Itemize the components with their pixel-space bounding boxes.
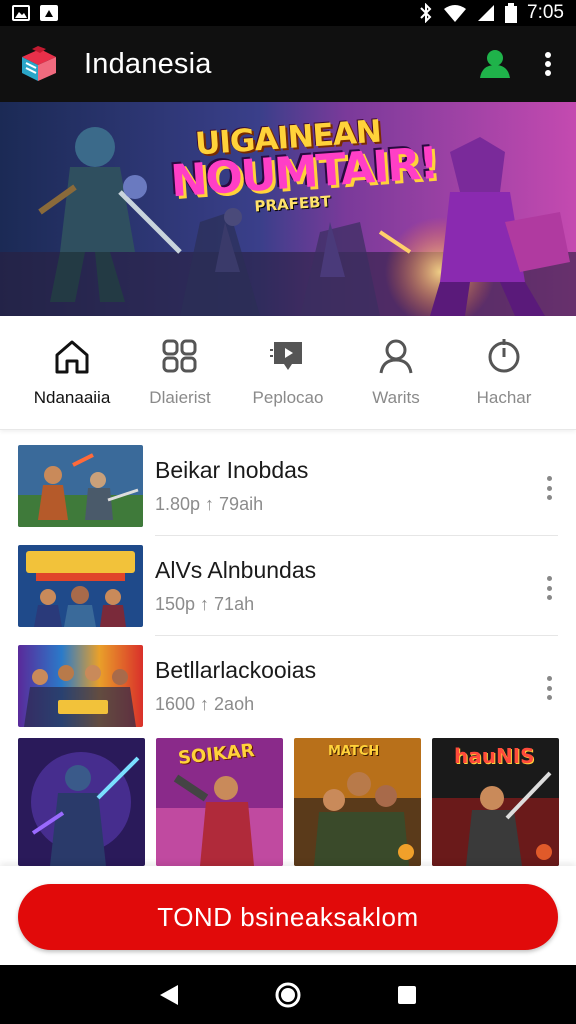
tab-videos[interactable]: Peplocao: [238, 336, 338, 429]
grid-tile[interactable]: [18, 738, 145, 866]
list-item[interactable]: Betllarlackooias 1600 ↑ 2aoh: [0, 636, 576, 736]
more-vert-icon[interactable]: [544, 576, 554, 600]
recents-icon[interactable]: [391, 979, 423, 1011]
grid-tile[interactable]: hauNIS: [432, 738, 559, 866]
video-icon: [270, 342, 302, 370]
tab-home-label: Ndanaaiia: [33, 388, 111, 407]
grid-icon: [162, 339, 197, 373]
tab-home[interactable]: Ndanaaiia: [22, 336, 122, 429]
list-item-subtitle: 1600 ↑ 2aoh: [155, 694, 255, 714]
more-vert-icon[interactable]: [544, 676, 554, 700]
tab-profile[interactable]: Warits: [346, 336, 446, 429]
app-bar: Indanesia: [0, 26, 576, 102]
tab-profile-label: Warits: [372, 388, 420, 407]
list-item-title: AlVs Alnbundas: [155, 557, 317, 583]
clock: 7:05: [527, 2, 564, 23]
battery-icon: [505, 3, 518, 23]
list-item[interactable]: AlVs Alnbundas 150p ↑ 71ah: [0, 536, 576, 636]
cta-area: TOND bsineaksaklom: [0, 866, 576, 965]
home-icon: [55, 340, 89, 374]
person-outline-icon: [379, 339, 413, 374]
tab-categories-label: Dlaierist: [149, 388, 211, 407]
grid-tile[interactable]: MATCH: [294, 738, 421, 866]
tab-categories[interactable]: Dlaierist: [130, 336, 230, 429]
status-bar: 7:05: [0, 0, 576, 26]
game-list: Beikar Inobdas 1.80p ↑ 79aih AlVs Alnbun…: [0, 436, 576, 736]
more-vert-icon[interactable]: [544, 476, 554, 500]
grid-tile[interactable]: SOIKAR: [156, 738, 283, 866]
tab-videos-label: Peplocao: [252, 388, 324, 407]
list-item[interactable]: Beikar Inobdas 1.80p ↑ 79aih: [0, 436, 576, 536]
timer-icon: [488, 339, 520, 373]
wifi-icon: [444, 5, 467, 22]
primary-cta-button[interactable]: TOND bsineaksaklom: [18, 884, 558, 950]
list-thumbnail: [18, 645, 143, 727]
game-grid: SOIKAR MATCH hauNIS: [18, 738, 560, 866]
banner-title: UIGAINEAN NOUMTAIR! PRAFEBT: [167, 112, 439, 222]
list-thumbnail: [18, 445, 143, 527]
tab-timer[interactable]: Hachar: [454, 336, 554, 429]
list-item-title: Betllarlackooias: [155, 657, 317, 683]
app-title: Indanesia: [84, 47, 212, 80]
hero-banner[interactable]: UIGAINEAN NOUMTAIR! PRAFEBT: [0, 102, 576, 316]
person-icon[interactable]: [478, 48, 512, 80]
grid-tile-caption: MATCH: [328, 744, 380, 759]
tab-timer-label: Hachar: [476, 388, 532, 407]
back-icon[interactable]: [153, 979, 185, 1011]
list-item-subtitle: 1.80p ↑ 79aih: [155, 494, 264, 514]
more-vert-icon[interactable]: [538, 49, 558, 79]
signal-icon: [478, 5, 495, 21]
screen: 7:05 Indanesia UIGAINEAN NOUMTAIR! PRAFE…: [0, 0, 576, 1024]
notification-icon: [40, 5, 58, 21]
grid-tile-caption: hauNIS: [454, 744, 535, 768]
system-nav-bar: [0, 965, 576, 1024]
bluetooth-icon: [420, 3, 432, 23]
list-item-subtitle: 150p ↑ 71ah: [155, 594, 255, 614]
category-tabs: Ndanaaiia Dlaierist Peplocao Warits Hach…: [0, 316, 576, 430]
app-logo-icon[interactable]: [18, 43, 60, 85]
list-item-title: Beikar Inobdas: [155, 457, 309, 483]
list-thumbnail: [18, 545, 143, 627]
gallery-icon: [12, 5, 30, 21]
home-button-icon[interactable]: [272, 979, 304, 1011]
